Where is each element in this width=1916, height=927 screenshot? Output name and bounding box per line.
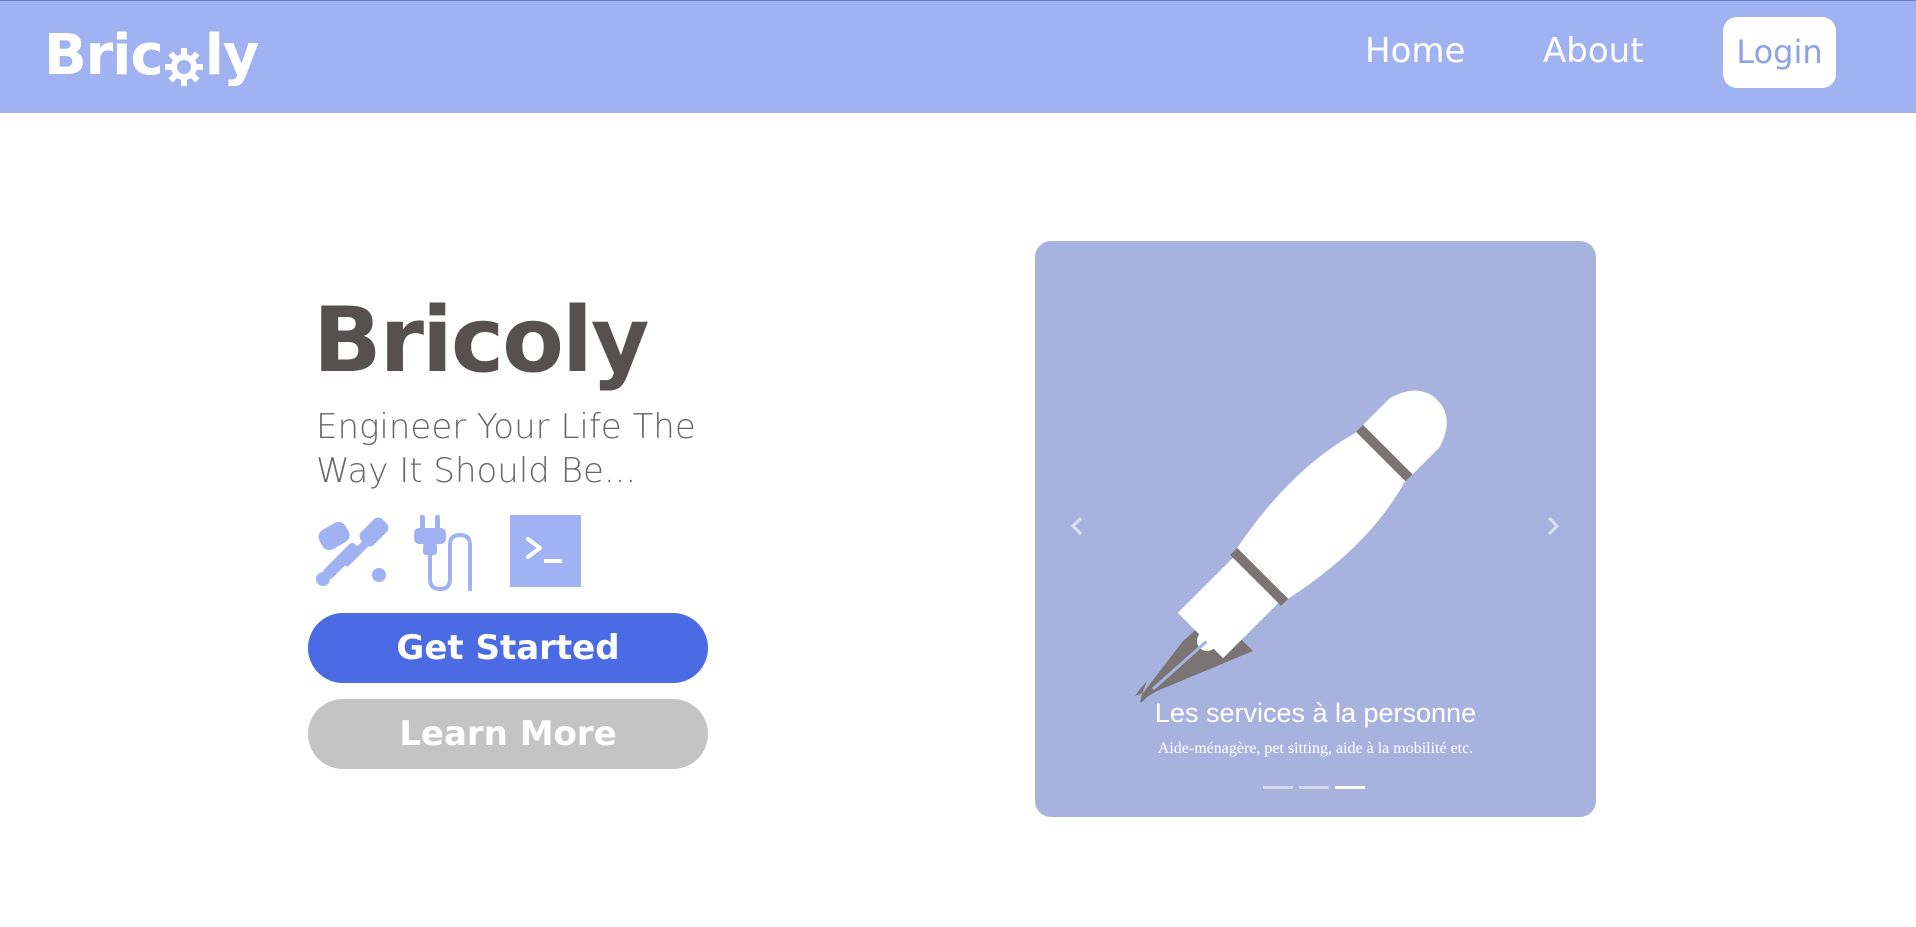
nav-link-home[interactable]: Home: [1365, 29, 1465, 73]
brand-logo[interactable]: Bric ly: [44, 23, 260, 89]
carousel-indicator-3[interactable]: [1335, 786, 1365, 789]
nav-link-about[interactable]: About: [1543, 29, 1644, 73]
terminal-icon: [510, 515, 581, 587]
carousel-indicator-1[interactable]: [1263, 786, 1293, 789]
logo-text-suffix: ly: [204, 23, 260, 88]
gear-icon: [164, 38, 204, 86]
hero-subtitle: Engineer Your Life The Way It Should Be.…: [316, 407, 696, 491]
carousel-caption-text: Aide-ménagère, pet sitting, aide à la mo…: [1157, 740, 1474, 757]
logo-text-prefix: Bric: [44, 23, 164, 88]
carousel: Les services à la personne Aide-ménagère…: [1035, 241, 1596, 817]
plug-icon: [412, 515, 490, 592]
carousel-indicator-2[interactable]: [1299, 786, 1329, 789]
login-button[interactable]: Login: [1723, 17, 1836, 88]
hero-title: Bricoly: [313, 288, 650, 393]
carousel-next-icon[interactable]: [1543, 513, 1563, 539]
get-started-button[interactable]: Get Started: [308, 613, 708, 683]
tools-icon: [313, 515, 395, 589]
carousel-prev-icon[interactable]: [1067, 513, 1087, 539]
fountain-pen-icon: [1035, 241, 1596, 817]
navbar: Bric ly Home About Login: [0, 0, 1916, 113]
carousel-caption-title: Les services à la personne: [1154, 698, 1477, 728]
learn-more-button[interactable]: Learn More: [308, 699, 708, 769]
